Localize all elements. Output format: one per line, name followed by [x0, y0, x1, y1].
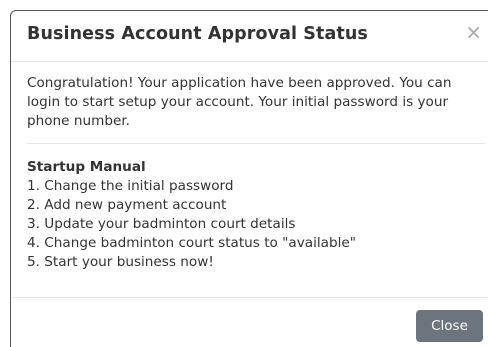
startup-manual-title: Startup Manual [27, 159, 146, 175]
startup-step: 1. Change the initial password [27, 178, 234, 194]
startup-steps-list: 1. Change the initial password 2. Add ne… [27, 177, 485, 272]
startup-step: 3. Update your badminton court details [27, 216, 296, 232]
close-icon[interactable]: × [465, 22, 482, 42]
close-button[interactable]: Close [416, 310, 483, 342]
startup-step: 2. Add new payment account [27, 197, 227, 213]
approval-status-modal: Business Account Approval Status × Congr… [10, 10, 488, 347]
modal-body: Congratulation! Your application have be… [27, 61, 485, 297]
startup-step: 5. Start your business now! [27, 254, 214, 270]
modal-header: Business Account Approval Status × [11, 11, 488, 62]
approval-message: Congratulation! Your application have be… [27, 74, 485, 144]
modal-footer: Close [11, 297, 488, 347]
modal-title: Business Account Approval Status [27, 24, 368, 44]
startup-step: 4. Change badminton court status to "ava… [27, 235, 357, 251]
